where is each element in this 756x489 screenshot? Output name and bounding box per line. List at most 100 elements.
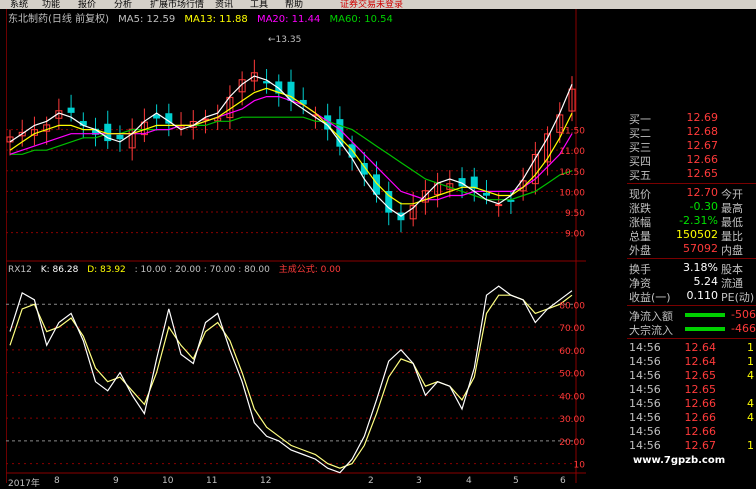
row-value: 12.69	[686, 111, 719, 124]
menu-tools[interactable]: 工具	[250, 0, 268, 9]
row-value: 0.110	[686, 289, 719, 302]
bid-row: 买五 12.65	[629, 167, 756, 182]
row-value: 12.66	[684, 411, 717, 424]
tick-volume: 4	[747, 369, 754, 382]
row-value: -0.30	[689, 200, 718, 213]
row-label: 14:56	[629, 439, 661, 452]
menu-analysis[interactable]: 分析	[114, 0, 132, 9]
row-value: 12.66	[686, 153, 719, 166]
row-label: 买五	[629, 169, 651, 182]
date-tick: 3	[416, 476, 422, 486]
fund-row: 换手 3.18% 股本	[629, 261, 756, 276]
indicator-axis-label: 40.00	[559, 392, 585, 402]
row-label: 大宗流入	[629, 324, 673, 337]
indicator-params: : 10.00 : 20.00 : 70.00 : 80.00	[134, 265, 270, 275]
tick-volume: 1	[747, 439, 754, 452]
panel-separator	[627, 338, 756, 339]
ma5-readout: MA5: 12.59	[118, 14, 176, 25]
row-label: 14:56	[629, 411, 661, 424]
date-tick: 9	[113, 476, 119, 486]
price-axis-label: 9.00	[565, 230, 585, 240]
date-tick: 11	[206, 476, 218, 486]
row-value: 5.24	[693, 275, 719, 288]
row-value: 12.64	[684, 341, 717, 354]
quote-row: 现价 12.70 今开	[629, 186, 756, 201]
row-value: 12.70	[686, 186, 719, 199]
row-label: 收益(一)	[629, 291, 671, 304]
row-value: 12.65	[686, 167, 719, 180]
menu-news[interactable]: 资讯	[215, 0, 233, 9]
row-value: 12.65	[684, 369, 717, 382]
tick-volume: 1	[747, 341, 754, 354]
price-chart-header: 东北制药(日线 前复权) MA5: 12.59 MA13: 11.88 MA20…	[8, 10, 399, 25]
menu-help[interactable]: 帮助	[285, 0, 303, 9]
price-axis-label: 11.50	[559, 127, 585, 137]
row-label: 外盘	[629, 244, 651, 257]
indicator-header: RX12 K: 86.28 D: 83.92 : 10.00 : 20.00 :…	[8, 262, 347, 275]
row-value: 12.67	[686, 139, 719, 152]
menu-system[interactable]: 系统	[10, 0, 28, 9]
menu-quote[interactable]: 报价	[78, 0, 96, 9]
d-readout: D: 83.92	[87, 265, 126, 275]
watermark-url: www.7gpzb.com	[633, 455, 726, 466]
flow-bar	[685, 327, 725, 331]
bid-row: 买三 12.67	[629, 139, 756, 154]
indicator-axis-label: 30.00	[559, 415, 585, 425]
indicator-axis-label: 10	[574, 461, 586, 471]
bid-row: 买四 12.66	[629, 153, 756, 168]
quote-row: 涨幅 -2.31% 最低	[629, 214, 756, 229]
date-tick: 4	[466, 476, 472, 486]
indicator-axis-label: 20.00	[559, 438, 585, 448]
quote-row: 外盘 57092 内盘	[629, 242, 756, 257]
candle-body	[153, 114, 161, 119]
tick-volume: 4	[747, 411, 754, 424]
panel-separator	[627, 305, 756, 306]
row-value: 12.68	[686, 125, 719, 138]
fund-row: 净资 5.24 流通	[629, 275, 756, 290]
row-extra: PE(动)	[721, 291, 755, 304]
menu-function[interactable]: 功能	[42, 0, 60, 9]
date-tick: 2	[368, 476, 374, 486]
price-axis-label: 11.00	[559, 147, 585, 157]
stock-title: 东北制药(日线 前复权)	[8, 14, 109, 25]
date-tick: 2017年	[8, 479, 40, 489]
row-label: 14:56	[629, 425, 661, 438]
fund-row: 收益(一) 0.110 PE(动)	[629, 289, 756, 304]
menu-extended-market[interactable]: 扩展市场行情	[150, 0, 204, 9]
candle-body	[470, 176, 478, 189]
date-tick: 5	[513, 476, 519, 486]
tick-volume: 1	[747, 355, 754, 368]
row-value: 12.64	[684, 355, 717, 368]
tick-row: 14:56 12.64 1	[629, 355, 756, 369]
ma20-line	[9, 95, 573, 201]
candle-body	[67, 107, 75, 113]
candle-body	[507, 199, 515, 202]
indicator-name[interactable]: RX12	[8, 265, 32, 275]
tick-row: 14:56 12.66	[629, 425, 756, 439]
tick-row: 14:56 12.67 1	[629, 439, 756, 453]
candle-body	[482, 192, 490, 196]
chart-canvas[interactable]: 11.50 11.00 10.50 10.00 9.50 9.00 80.00 70.00 60…	[6, 9, 586, 483]
menu-bar: 系统 功能 报价 分析 扩展市场行情 资讯 工具 帮助 证券交易未登录	[0, 0, 756, 9]
price-axis-label: 9.50	[565, 209, 585, 219]
tick-row: 14:56 12.66 4	[629, 397, 756, 411]
d-line	[9, 294, 573, 469]
indicator-formula: 主成公式: 0.00	[278, 265, 341, 275]
indicator-axis-label: 60.00	[559, 347, 585, 357]
date-tick: 10	[162, 476, 174, 486]
trade-login-status[interactable]: 证券交易未登录	[340, 0, 403, 9]
row-label: 14:56	[629, 369, 661, 382]
indicator-axis-label: 70.00	[559, 324, 585, 334]
k-readout: K: 86.28	[40, 265, 79, 275]
indicator-axis-label: 50.00	[559, 370, 585, 380]
panel-separator	[627, 183, 756, 184]
indicator-axis-label: 80.00	[559, 301, 585, 311]
ma13-readout: MA13: 11.88	[184, 14, 248, 25]
row-value: -466	[731, 322, 756, 335]
row-value: -506	[731, 308, 756, 321]
date-tick: 8	[54, 476, 60, 486]
quote-row: 涨跌 -0.30 最高	[629, 200, 756, 215]
quote-row: 总量 150502 量比	[629, 228, 756, 243]
row-label: 14:56	[629, 341, 661, 354]
row-value: -2.31%	[679, 214, 718, 227]
